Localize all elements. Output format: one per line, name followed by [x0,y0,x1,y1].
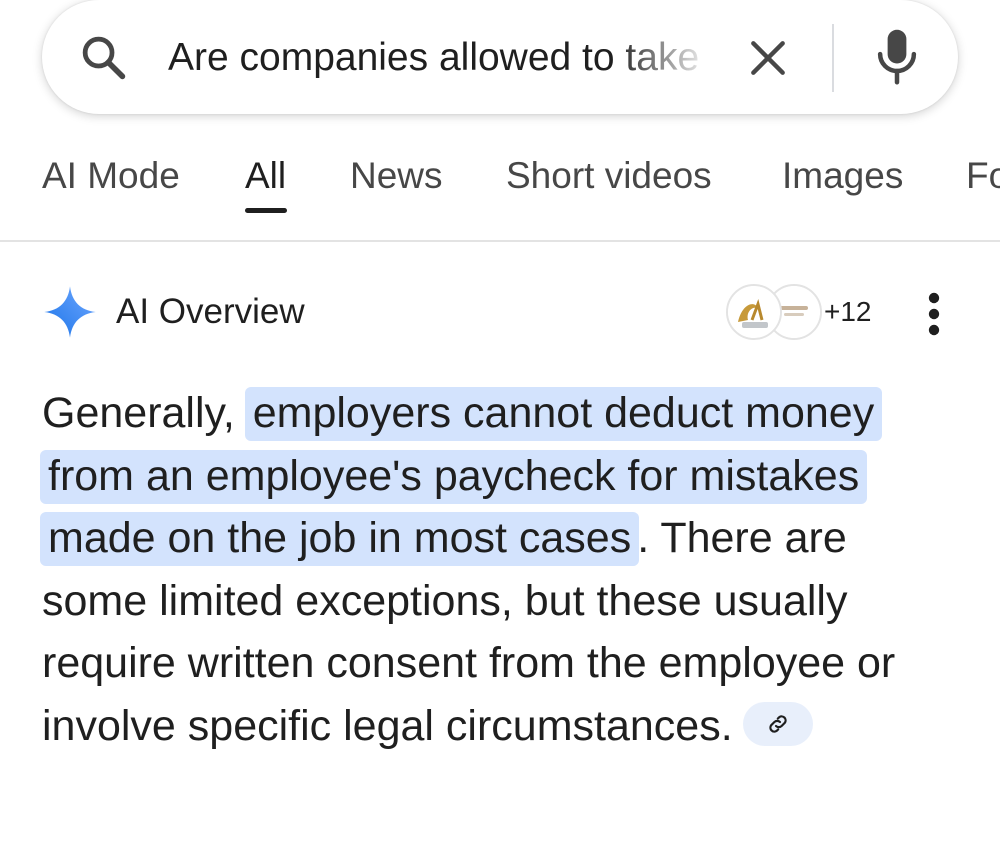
search-input[interactable]: Are companies allowed to take [168,30,712,86]
search-bar[interactable]: Are companies allowed to take [42,0,958,114]
tab-news[interactable]: News [350,154,443,198]
tab-all[interactable]: All [245,154,286,198]
ai-overview-text: Generally, employers cannot deduct money… [40,382,962,757]
search-tabs: AI Mode All News Short videos Images Fo [0,140,1000,242]
sources-button[interactable]: +12 [726,284,876,340]
tab-images[interactable]: Images [782,154,903,198]
search-divider [832,24,834,92]
source-favicon [726,284,782,340]
ai-overview-title: AI Overview [116,292,305,331]
ai-overview-header: AI Overview +12 [0,270,1000,350]
sources-count: +12 [824,296,872,327]
search-results-page: Are companies allowed to take AI Mode Al… [0,0,1000,868]
tab-forums[interactable]: Fo [966,154,1000,198]
close-icon[interactable] [746,36,790,80]
mic-icon[interactable] [874,26,920,86]
tab-ai-mode[interactable]: AI Mode [42,154,180,198]
overview-intro: Generally, [42,389,247,437]
sparkle-icon [44,286,96,338]
search-icon[interactable] [78,32,130,84]
link-icon [769,715,787,733]
source-logo-icon [728,286,780,338]
link-chip-button[interactable] [742,702,813,747]
tab-short-videos[interactable]: Short videos [506,154,712,198]
more-vert-icon[interactable] [922,290,946,338]
active-tab-indicator [245,208,287,213]
